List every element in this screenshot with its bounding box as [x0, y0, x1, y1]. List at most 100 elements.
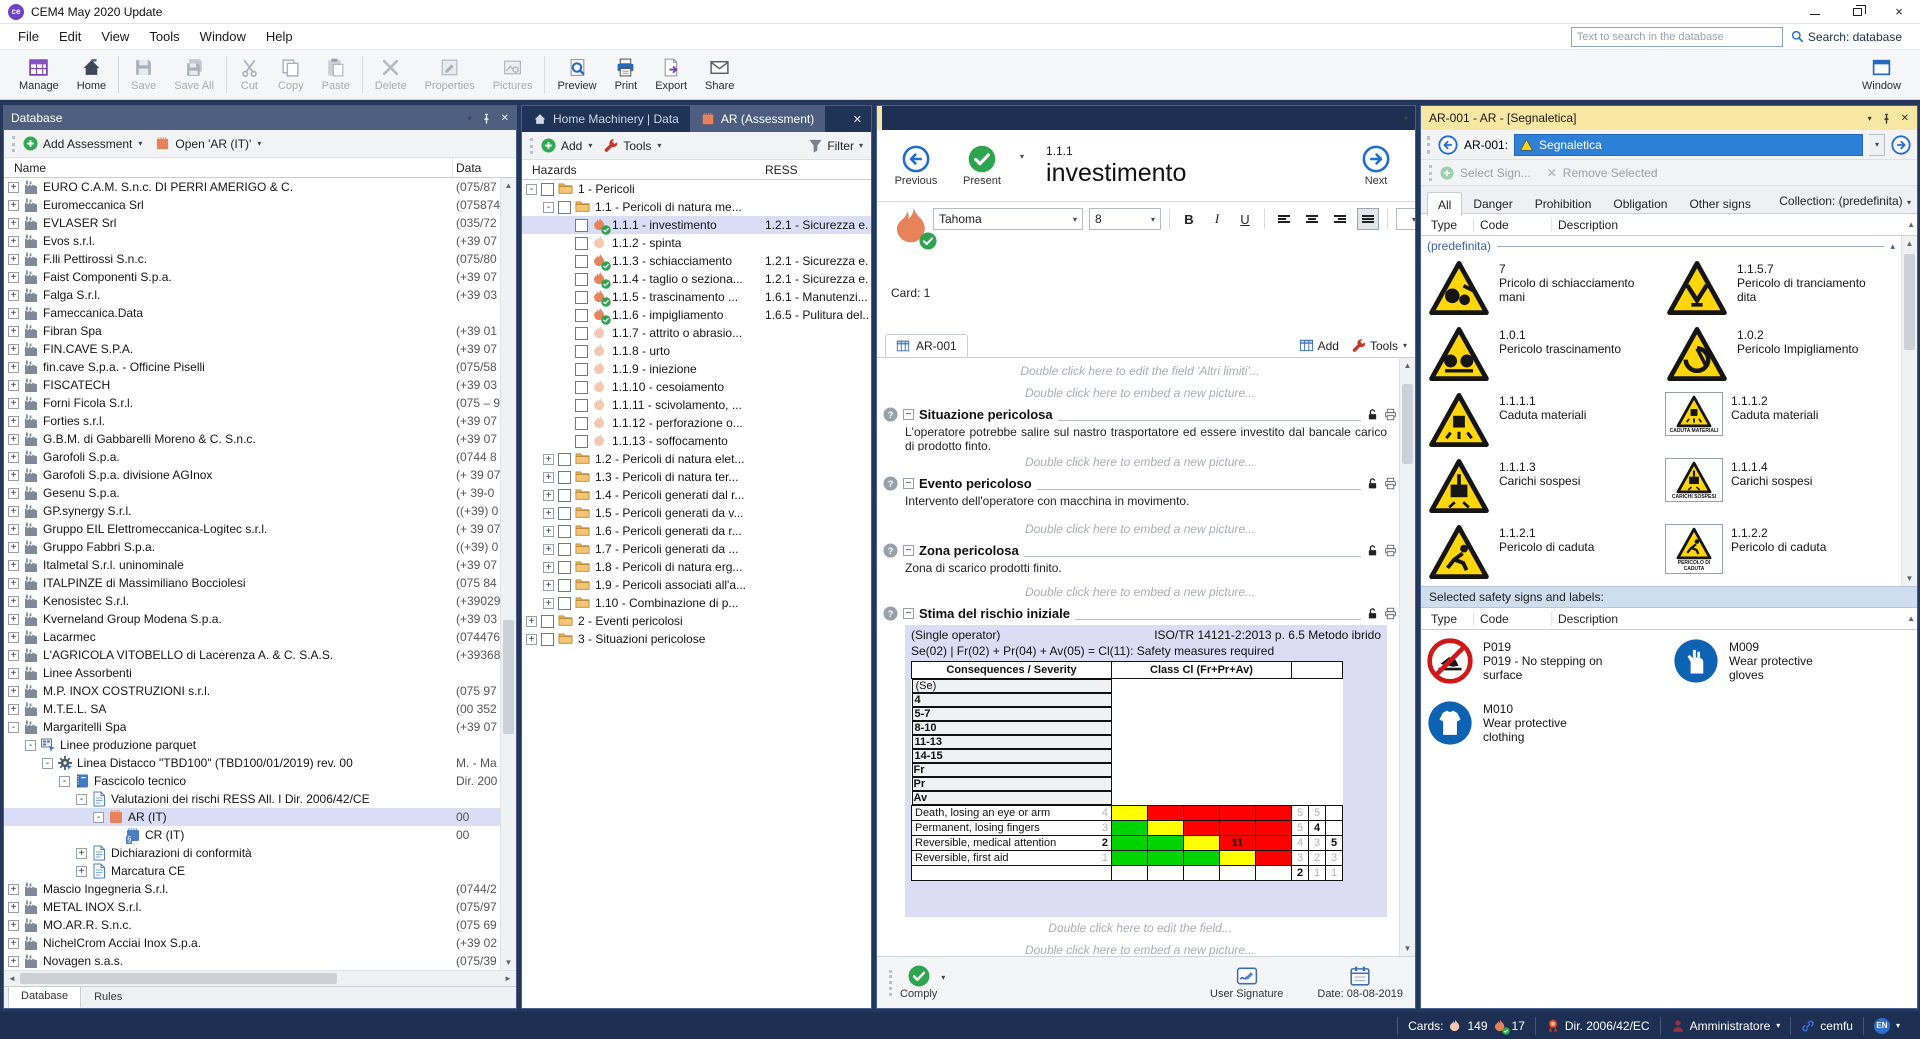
cut-button[interactable]: Cut — [230, 50, 269, 99]
hazard-row[interactable]: - 1.1 - Pericoli di natura me... — [522, 198, 871, 216]
justify-button[interactable] — [1357, 208, 1379, 230]
field-placeholder[interactable]: Double click here to edit the field 'Alt… — [883, 360, 1397, 382]
expander-icon[interactable]: + — [526, 634, 537, 645]
expander-icon[interactable]: + — [8, 452, 19, 463]
chevron-down-icon[interactable]: ▾ — [1776, 1021, 1780, 1030]
sign-item[interactable]: 1.1.2.1 Pericolo di caduta — [1423, 520, 1661, 586]
hazard-row[interactable]: 1.1.4 - taglio o seziona... 1.2.1 - Sicu… — [522, 270, 871, 288]
expander-icon[interactable]: + — [543, 454, 554, 465]
save-button[interactable]: Save — [122, 50, 165, 99]
hazard-checkbox[interactable] — [575, 381, 588, 394]
column-type[interactable]: Type — [1421, 218, 1473, 232]
picture-placeholder[interactable]: Double click here to embed a new picture… — [883, 939, 1397, 956]
hazard-row[interactable]: 1.1.6 - impigliamento 1.6.5 - Pulitura d… — [522, 306, 871, 324]
expander-icon[interactable]: + — [8, 884, 19, 895]
share-button[interactable]: Share — [696, 50, 743, 99]
expander-icon[interactable]: + — [543, 472, 554, 483]
pin-icon[interactable] — [481, 113, 492, 124]
column-type[interactable]: Type — [1421, 612, 1473, 626]
expander-icon[interactable] — [560, 292, 571, 303]
column-hazards[interactable]: Hazards — [522, 163, 577, 177]
hazard-row[interactable]: + 1.7 - Pericoli generati da ... — [522, 540, 871, 558]
expander-icon[interactable]: + — [8, 488, 19, 499]
expander-icon[interactable]: + — [8, 668, 19, 679]
sign-item[interactable]: 1.1.1.3 Carichi sospesi — [1423, 454, 1661, 520]
bold-button[interactable]: B — [1178, 208, 1200, 230]
menu-item[interactable]: Window — [190, 26, 256, 47]
expander-icon[interactable]: + — [8, 272, 19, 283]
lock-icon[interactable] — [1366, 477, 1379, 490]
hazard-row[interactable]: + 2 - Eventi pericolosi — [522, 612, 871, 630]
print-icon[interactable] — [1384, 607, 1397, 620]
hazard-checkbox[interactable] — [575, 291, 588, 304]
selected-sign-item[interactable]: P019 P019 - No stepping on surface — [1423, 632, 1669, 694]
tree-row[interactable]: + FIN.CAVE S.P.A. (+39 07 — [4, 340, 500, 358]
field-select[interactable]: Segnaletica — [1514, 134, 1863, 156]
menu-item[interactable]: File — [8, 26, 49, 47]
expander-icon[interactable]: + — [8, 578, 19, 589]
italic-button[interactable]: I — [1206, 208, 1228, 230]
expander-icon[interactable]: + — [8, 218, 19, 229]
chevron-down-icon[interactable]: ▾ — [588, 141, 592, 150]
expander-icon[interactable]: + — [8, 308, 19, 319]
hazard-row[interactable]: + 1.8 - Pericoli di natura erg... — [522, 558, 871, 576]
print-icon[interactable] — [1384, 544, 1397, 557]
field-placeholder[interactable]: Double click here to edit the field... — [883, 917, 1397, 939]
scroll-thumb[interactable] — [1904, 254, 1915, 350]
comply-button[interactable]: Comply — [900, 965, 937, 1000]
tree-row[interactable]: + Falga S.r.l. (+39 03 — [4, 286, 500, 304]
picture-placeholder[interactable]: Double click here to embed a new picture… — [883, 382, 1397, 404]
save-all-button[interactable]: Save All — [165, 50, 223, 99]
expander-icon[interactable]: + — [543, 598, 554, 609]
tab-ar-001[interactable]: AR-001 — [885, 334, 968, 357]
hazard-row[interactable]: 1.1.7 - attrito o abrasio... — [522, 324, 871, 342]
tab-ar-assessment[interactable]: AR (Assessment) — [690, 106, 825, 132]
export-button[interactable]: Export — [646, 50, 696, 99]
lock-icon[interactable] — [1366, 607, 1379, 620]
directive-status[interactable]: Dir. 2006/42/EC — [1535, 1017, 1660, 1035]
hazard-row[interactable]: + 1.9 - Pericoli associati all'a... — [522, 576, 871, 594]
hazard-row[interactable]: 1.1.1 - investimento 1.2.1 - Sicurezza e… — [522, 216, 871, 234]
hazard-checkbox[interactable] — [558, 543, 571, 556]
hazard-row[interactable]: 1.1.10 - cesoiamento — [522, 378, 871, 396]
column-ress[interactable]: RESS — [765, 163, 798, 177]
expander-icon[interactable]: - — [42, 758, 53, 769]
expander-icon[interactable]: + — [8, 560, 19, 571]
underline-button[interactable]: U — [1234, 208, 1256, 230]
hazard-row[interactable]: 1.1.12 - perforazione o... — [522, 414, 871, 432]
hazard-row[interactable]: + 1.4 - Pericoli generati dal r... — [522, 486, 871, 504]
tree-row[interactable]: + FISCATECH (+39 03 — [4, 376, 500, 394]
tree-row[interactable]: + Kverneland Group Modena S.p.a. (+39 03 — [4, 610, 500, 628]
chevron-down-icon[interactable]: ▾ — [941, 973, 945, 982]
tree-row[interactable]: + Garofoli S.p.a. (0744 8 — [4, 448, 500, 466]
user-status[interactable]: Amministratore ▾ — [1660, 1017, 1791, 1035]
expander-icon[interactable] — [560, 238, 571, 249]
expander-icon[interactable] — [560, 220, 571, 231]
panel-tab[interactable]: Rules — [81, 987, 135, 1008]
font-size-select[interactable]: 8▾ — [1089, 208, 1161, 230]
hazard-checkbox[interactable] — [558, 201, 571, 214]
expander-icon[interactable] — [560, 274, 571, 285]
expander-icon[interactable]: + — [8, 920, 19, 931]
scroll-thumb[interactable] — [503, 620, 514, 734]
preview-button[interactable]: Preview — [548, 50, 605, 99]
tree-row[interactable]: + Italmetal S.r.l. uninominale (+39 07 — [4, 556, 500, 574]
copy-button[interactable]: Copy — [269, 50, 313, 99]
expander-icon[interactable] — [560, 436, 571, 447]
menu-item[interactable]: Edit — [49, 26, 91, 47]
lock-icon[interactable] — [1366, 408, 1379, 421]
window-menu-icon[interactable]: ▾ — [468, 114, 472, 123]
expander-icon[interactable] — [560, 400, 571, 411]
user-signature-button[interactable]: User Signature — [1210, 965, 1283, 1000]
hazard-checkbox[interactable] — [558, 489, 571, 502]
hazard-checkbox[interactable] — [575, 255, 588, 268]
chevron-down-icon[interactable]: ▾ — [257, 139, 261, 148]
print-button[interactable]: Print — [606, 50, 647, 99]
menu-item[interactable]: Help — [256, 26, 303, 47]
add-field-button[interactable]: Add — [1299, 338, 1339, 353]
scroll-up-icon[interactable]: ▲ — [1907, 220, 1915, 229]
hazard-checkbox[interactable] — [575, 237, 588, 250]
expander-icon[interactable]: + — [8, 344, 19, 355]
hazard-checkbox[interactable] — [575, 345, 588, 358]
tree-row[interactable]: + Novagen s.a.s. (075/39 — [4, 952, 500, 970]
